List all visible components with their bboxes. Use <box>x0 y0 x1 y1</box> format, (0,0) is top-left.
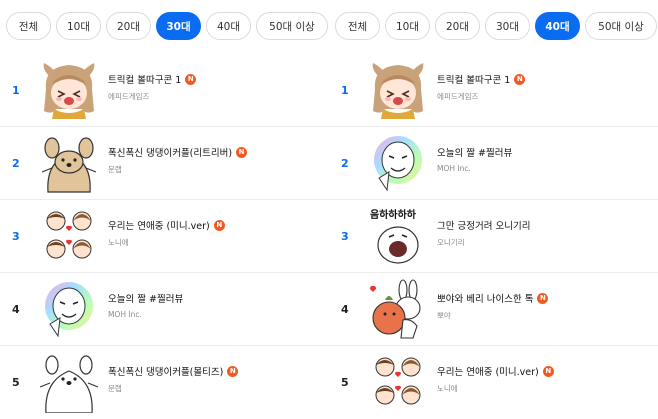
tab-20s[interactable]: 20대 <box>435 12 480 40</box>
tab-30s[interactable]: 30대 <box>485 12 530 40</box>
couple-sticker-icon <box>46 211 92 259</box>
tab-40s[interactable]: 40대 <box>206 12 251 40</box>
tab-all[interactable]: 전체 <box>335 12 380 40</box>
tab-20s[interactable]: 20대 <box>106 12 151 40</box>
rank-number: 3 <box>12 229 20 243</box>
sticker-author: MOH Inc. <box>108 310 142 319</box>
sticker-author: 에피드게임즈 <box>437 92 479 101</box>
sticker-author: 에피드게임즈 <box>108 92 150 101</box>
new-badge: N <box>227 365 239 377</box>
list-item[interactable]: 4 뽀야와 베리 나이스한 톡 N 뽀야 <box>329 273 658 346</box>
rank-number: 3 <box>341 229 349 243</box>
age-filter-tabs: 전체 10대 20대 30대 40대 50대 이상 <box>6 12 328 42</box>
maltese-sticker-icon <box>39 355 99 413</box>
list-item[interactable]: 3 음하하하하 그만 긍정거려 오니기리 오니기리 <box>329 200 658 273</box>
tab-40s[interactable]: 40대 <box>535 12 580 40</box>
sticker-title: 우리는 연애중 (미니.ver) <box>108 221 210 232</box>
sticker-title: 폭신폭신 댕댕이커플(리트리버) <box>108 148 233 159</box>
sticker-ranking-list: 1 트릭컬 볼따구콘 1 N 에피드게임즈 2 <box>329 54 658 419</box>
rank-number: 5 <box>341 376 349 389</box>
new-badge: N <box>537 292 549 304</box>
tab-10s[interactable]: 10대 <box>385 12 430 40</box>
onigiri-laugh-sticker-icon: 음하하하하 <box>370 208 419 264</box>
couple-sticker-icon <box>375 357 421 405</box>
meme-face-sticker-icon <box>45 282 93 338</box>
list-item[interactable]: 5 폭신폭신 댕댕이커플(몰티즈) N 문랩 <box>0 346 329 419</box>
list-item[interactable]: 2 폭신폭신 댕댕이커플(리트리버) N 문랩 <box>0 127 329 200</box>
sticker-author: 문랩 <box>108 384 122 393</box>
rank-number: 5 <box>12 376 20 389</box>
puppy-sticker-icon <box>41 137 97 193</box>
tab-all[interactable]: 전체 <box>6 12 51 40</box>
tab-50s-plus[interactable]: 50대 이상 <box>256 12 328 40</box>
rank-number: 1 <box>12 83 20 97</box>
sticker-title: 오늘의 짤 #찔러뷰 <box>437 148 513 159</box>
new-badge: N <box>236 146 248 158</box>
list-item[interactable]: 3 우리는 연애중 (미니.ver) N 노니에 <box>0 200 329 273</box>
sticker-title: 그만 긍정거려 오니기리 <box>437 221 531 232</box>
sticker-author: 오니기리 <box>437 238 465 247</box>
sticker-title: 트릭컬 볼따구콘 1 <box>108 75 182 86</box>
ranking-panel-40s: 전체 10대 20대 30대 40대 50대 이상 1 트릭컬 볼따구콘 1 N… <box>329 0 658 418</box>
sticker-thumb-text: 음하하하하 <box>370 208 417 221</box>
sticker-title: 오늘의 짤 #찔러뷰 <box>108 294 184 305</box>
list-item[interactable]: 1 트릭컬 볼따구콘 1 N 에피드게임즈 <box>0 54 329 127</box>
sticker-author: MOH Inc. <box>437 164 471 173</box>
tab-50s-plus[interactable]: 50대 이상 <box>585 12 657 40</box>
sticker-title: 우리는 연애중 (미니.ver) <box>437 367 539 378</box>
list-item[interactable]: 1 트릭컬 볼따구콘 1 N 에피드게임즈 <box>329 54 658 127</box>
rank-number: 4 <box>341 302 349 316</box>
sticker-author: 노니에 <box>108 238 129 247</box>
sticker-title: 뽀야와 베리 나이스한 톡 <box>437 294 534 305</box>
new-badge: N <box>185 73 197 85</box>
list-item[interactable]: 5 우리는 연애중 (미니.ver) N 노니에 <box>329 346 658 419</box>
meme-face-sticker-icon <box>374 136 422 192</box>
anime-girl-sticker-icon <box>43 63 95 119</box>
sticker-author: 노니에 <box>437 384 458 393</box>
anime-girl-sticker-icon <box>372 63 424 119</box>
ranking-panel-30s: 전체 10대 20대 30대 40대 50대 이상 1 트릭컬 볼따구콘 1 N… <box>0 0 329 418</box>
sticker-author: 뽀야 <box>437 311 451 320</box>
tab-30s[interactable]: 30대 <box>156 12 201 40</box>
new-badge: N <box>213 219 225 231</box>
new-badge: N <box>514 73 526 85</box>
age-filter-tabs: 전체 10대 20대 30대 40대 50대 이상 <box>335 12 657 42</box>
sticker-title: 트릭컬 볼따구콘 1 <box>437 75 511 86</box>
sticker-ranking-list: 1 트릭컬 볼따구콘 1 N 에피드게임즈 2 <box>0 54 329 419</box>
rank-number: 2 <box>341 156 349 170</box>
list-item[interactable]: 4 오늘의 짤 #찔러뷰 MOH Inc. <box>0 273 329 346</box>
list-item[interactable]: 2 오늘의 짤 #찔러뷰 MOH Inc. <box>329 127 658 200</box>
rank-number: 2 <box>12 156 20 170</box>
new-badge: N <box>542 365 554 377</box>
tab-10s[interactable]: 10대 <box>56 12 101 40</box>
bunny-hug-sticker-icon <box>369 279 421 339</box>
rank-number: 1 <box>341 83 349 97</box>
sticker-title: 폭신폭신 댕댕이커플(몰티즈) <box>108 367 224 378</box>
rank-number: 4 <box>12 302 20 316</box>
sticker-author: 문랩 <box>108 165 122 174</box>
